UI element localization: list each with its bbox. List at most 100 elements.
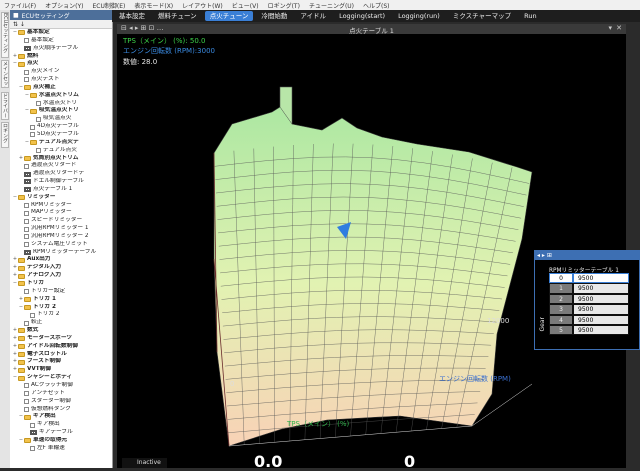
menu-item-1[interactable]: オプション(Y)	[45, 1, 83, 10]
tree-item[interactable]: RPMリミッターテーブル	[10, 249, 112, 257]
tab-4[interactable]: アイドル	[295, 11, 331, 21]
tree-item[interactable]: 点火テーブル 1	[10, 186, 112, 194]
tree-item[interactable]: 5D点火テーブル	[10, 131, 112, 139]
tab-8[interactable]: Run	[519, 11, 541, 21]
tree-item[interactable]: − 基本設定	[10, 29, 112, 37]
tree-item[interactable]: + 電子スロットル	[10, 351, 112, 359]
tree-item-label: 点火テスト	[31, 76, 60, 83]
tree-item[interactable]: + モータースポーツ	[10, 335, 112, 343]
menu-item-7[interactable]: チューニング(U)	[309, 1, 354, 10]
tree-item[interactable]: 過渡点火リタード	[10, 162, 112, 170]
menu-item-5[interactable]: ビュー(V)	[232, 1, 259, 10]
tree-item[interactable]: + ブースト制御	[10, 358, 112, 366]
side-tab-2[interactable]: ドライバー	[1, 92, 9, 120]
ecu-settings-panel: ■ ECUセッティング ⇅ ↓ − 基本設定 基本設定 点火順序テーブル + 燃料 − 点火点…	[10, 10, 113, 468]
tab-0[interactable]: 基本設定	[114, 11, 150, 21]
tree-item[interactable]: − ギア検出	[10, 413, 112, 421]
folder-icon	[18, 61, 25, 67]
tree-item[interactable]: ギアテーブル	[10, 429, 112, 437]
tree-item[interactable]: スピードリミッター	[10, 217, 112, 225]
rpm-limiter-table-window[interactable]: ◂ ▸ ⊞ RPMリミッターテーブル 1 Gear 0 9500 1 9500 2 950…	[534, 250, 640, 350]
tree-item[interactable]: − 水温点火トリム	[10, 92, 112, 100]
tree-item[interactable]: トリガー設定	[10, 288, 112, 296]
tree-item[interactable]: − 車速の取得元	[10, 437, 112, 445]
tree-item[interactable]: MAPリミッター	[10, 209, 112, 217]
tree-item[interactable]: デュアル点火	[10, 147, 112, 155]
menu-item-4[interactable]: レイアウト(W)	[182, 1, 223, 10]
side-tab-0[interactable]: ECUセッティング	[1, 12, 9, 58]
page-icon	[24, 289, 29, 295]
tree-item[interactable]: − 点火	[10, 60, 112, 68]
dropdown-icon[interactable]: ▾	[608, 24, 612, 32]
rpm-row-value[interactable]: 9500	[573, 283, 629, 294]
tree-item[interactable]: 点火テスト	[10, 76, 112, 84]
rpm-table-controls[interactable]: ◂ ▸ ⊞	[537, 252, 552, 259]
tree-item[interactable]: 4D点火テーブル	[10, 123, 112, 131]
tree-item[interactable]: 水温点火トリ	[10, 100, 112, 108]
tree-item[interactable]: 仮想燃料タンク	[10, 406, 112, 414]
tab-6[interactable]: Logging(run)	[393, 11, 445, 21]
tree-item-label: 吸気温点火トリ	[39, 107, 79, 114]
tree-item[interactable]: 過渡点火リタードテ	[10, 170, 112, 178]
tree-item[interactable]: 基本設定	[10, 37, 112, 45]
menu-item-0[interactable]: ファイル(F)	[4, 1, 36, 10]
rpm-row-index: 0	[549, 273, 573, 284]
tree-item[interactable]: − デュアル点火テ	[10, 139, 112, 147]
menu-item-2[interactable]: ECU制御(E)	[93, 1, 126, 10]
menu-item-3[interactable]: 表示モード(X)	[134, 1, 173, 10]
tree-item[interactable]: アンチゼット	[10, 390, 112, 398]
tab-1[interactable]: 燃料チューン	[153, 11, 202, 21]
rpm-row-value[interactable]: 9500	[573, 304, 629, 315]
tree-item[interactable]: + アナログ入力	[10, 272, 112, 280]
tree-toolbar[interactable]: ⇅ ↓	[10, 20, 112, 29]
tree-item[interactable]: 点火メイン	[10, 68, 112, 76]
tree-item[interactable]: − トリガ	[10, 280, 112, 288]
folder-icon	[18, 265, 25, 271]
tree-item[interactable]: + 燃料	[10, 53, 112, 61]
menu-item-8[interactable]: ヘルプ(S)	[363, 1, 390, 10]
rpm-row-value[interactable]: 9500	[573, 314, 629, 325]
tree-item[interactable]: + アイドル回転数制御	[10, 343, 112, 351]
page-icon	[36, 101, 41, 107]
tab-7[interactable]: ミクスチャーマップ	[448, 11, 516, 21]
tree-item[interactable]: スターター制御	[10, 398, 112, 406]
side-tab-1[interactable]: メインセットアップ	[1, 60, 9, 88]
tab-5[interactable]: Logging(start)	[334, 11, 390, 21]
tree-item[interactable]: 汎用RPMリミッター 2	[10, 233, 112, 241]
rpm-table-row: 3 9500	[549, 304, 629, 315]
tree-item[interactable]: + デジタル入力	[10, 264, 112, 272]
tree-item[interactable]: ギア検出	[10, 421, 112, 429]
tree-item[interactable]: 較正	[10, 319, 112, 327]
tree-item[interactable]: + Aux出力	[10, 256, 112, 264]
tree-item[interactable]: + VVT制御	[10, 366, 112, 374]
tree-item[interactable]: − シャシーとボディ	[10, 374, 112, 382]
tree-item[interactable]: 汎用RPMリミッター 1	[10, 225, 112, 233]
tree-item[interactable]: − トリガ 2	[10, 304, 112, 312]
menu-item-6[interactable]: ロギング(T)	[268, 1, 300, 10]
tree-item[interactable]: RPMリミッター	[10, 202, 112, 210]
tree-item[interactable]: 左F 車輪速	[10, 445, 112, 453]
tree-item[interactable]: + トリガ 1	[10, 296, 112, 304]
side-tab-3[interactable]: ロギング	[1, 122, 9, 148]
tree-item[interactable]: + 数式	[10, 327, 112, 335]
tree-item[interactable]: ACクラッチ制御	[10, 382, 112, 390]
grid-icon	[24, 171, 31, 177]
folder-icon	[24, 304, 31, 310]
folder-icon	[18, 344, 25, 350]
tree-item[interactable]: 吸気温点火	[10, 115, 112, 123]
tree-item[interactable]: − 吸気温点火トリ	[10, 107, 112, 115]
tree-item[interactable]: トリガ 2	[10, 311, 112, 319]
rpm-row-value[interactable]: 9500	[573, 293, 629, 305]
tree-item[interactable]: − 点火補正	[10, 84, 112, 92]
rpm-row-value[interactable]: 9500	[573, 273, 629, 284]
tree-item[interactable]: + 気筒別点火トリム	[10, 155, 112, 163]
tree-item[interactable]: ドエル制御テーブル	[10, 178, 112, 186]
tab-2[interactable]: 点火チューン	[204, 11, 254, 21]
tree-item[interactable]: 点火順序テーブル	[10, 45, 112, 53]
tree-item[interactable]: システム電圧リミット	[10, 241, 112, 249]
sort-icon[interactable]: ⇅ ↓	[13, 21, 25, 28]
tree-item[interactable]: − リミッター	[10, 194, 112, 202]
tab-3[interactable]: 冷間始動	[256, 11, 292, 21]
close-icon[interactable]: ✕	[616, 24, 622, 32]
rpm-row-value[interactable]: 9500	[573, 325, 629, 336]
